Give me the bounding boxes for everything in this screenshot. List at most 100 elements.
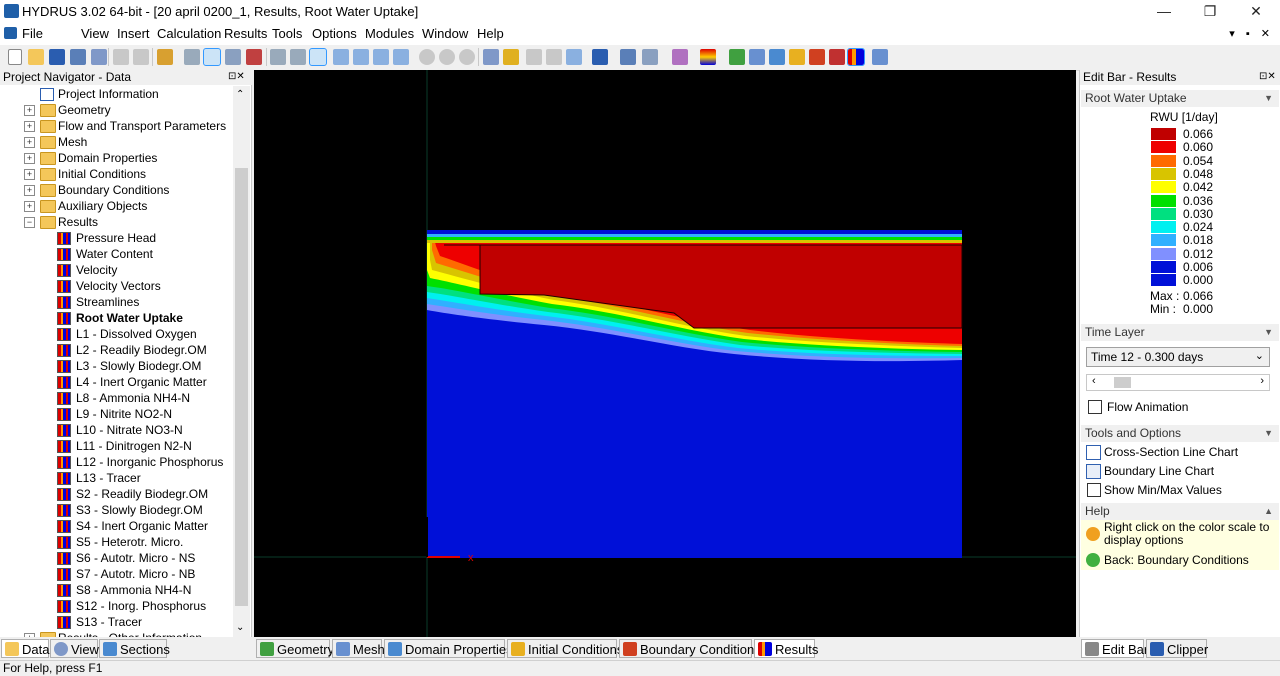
tab-sections[interactable]: Sections <box>99 639 170 658</box>
menu-tools[interactable]: Tools <box>272 26 302 41</box>
menu-help[interactable]: Help <box>477 26 504 41</box>
results-viewport[interactable]: x <box>254 70 1076 637</box>
expand-icon[interactable]: + <box>24 105 35 116</box>
redo-icon[interactable] <box>133 49 149 65</box>
menu-insert[interactable]: Insert <box>117 26 150 41</box>
slider-thumb[interactable] <box>1114 377 1131 388</box>
tab-edit-bar[interactable]: Edit Bar <box>1081 639 1148 658</box>
flow-animation-checkbox[interactable] <box>1088 400 1102 414</box>
tab-boundary-conditions[interactable]: Boundary Conditions <box>619 639 761 658</box>
expand-icon[interactable]: + <box>24 185 35 196</box>
show-min-max-checkbox[interactable] <box>1087 483 1101 497</box>
results-view-icon[interactable] <box>872 49 888 65</box>
grid-icon[interactable] <box>225 49 241 65</box>
close-button[interactable]: ✕ <box>1233 0 1279 23</box>
legend-swatch[interactable] <box>1151 221 1176 234</box>
zoom-out-icon[interactable] <box>393 49 409 65</box>
cross-section-chart-link[interactable]: Cross-Section Line Chart <box>1104 445 1238 459</box>
tab-view[interactable]: View <box>50 639 99 658</box>
zoom-in-icon[interactable] <box>373 49 389 65</box>
section-tools-options[interactable]: Tools and Options ▼ <box>1081 425 1279 442</box>
rotate-icon[interactable] <box>270 49 286 65</box>
tab-geometry[interactable]: Geometry <box>256 639 334 658</box>
legend-swatch[interactable] <box>1151 167 1176 180</box>
scroll-up-icon[interactable]: ⌃ <box>236 89 244 100</box>
menu-calculation[interactable]: Calculation <box>157 26 221 41</box>
section-time-layer[interactable]: Time Layer ▼ <box>1081 324 1279 341</box>
expand-icon[interactable]: + <box>24 633 35 637</box>
select-icon[interactable] <box>184 49 200 65</box>
print-preview-icon[interactable] <box>70 49 86 65</box>
pan-icon[interactable] <box>290 49 306 65</box>
boundary-conditions-icon[interactable] <box>809 49 825 65</box>
rotate-right-icon[interactable] <box>439 49 455 65</box>
domain-properties-icon[interactable] <box>769 49 785 65</box>
section-help[interactable]: Help ▲ <box>1081 503 1279 520</box>
snap-icon[interactable] <box>246 49 262 65</box>
view-front-icon[interactable] <box>526 49 542 65</box>
expand-icon[interactable]: + <box>24 201 35 212</box>
view-direction-icon[interactable] <box>483 49 499 65</box>
legend-swatch[interactable] <box>1151 141 1176 154</box>
geometry-icon[interactable] <box>729 49 745 65</box>
navigator-pin-close[interactable]: ⊡✕ <box>228 71 245 82</box>
expand-icon[interactable]: + <box>24 137 35 148</box>
save-icon[interactable] <box>49 49 65 65</box>
zoom-all-icon[interactable] <box>333 49 349 65</box>
results-table-icon[interactable] <box>829 49 845 65</box>
view-side-icon[interactable] <box>546 49 562 65</box>
legend-swatch[interactable] <box>1151 247 1176 260</box>
undo-icon[interactable] <box>113 49 129 65</box>
slider-right-icon[interactable]: › <box>1260 375 1264 387</box>
section-icon[interactable] <box>620 49 636 65</box>
time-layer-select[interactable]: Time 12 - 0.300 days ⌄ <box>1086 347 1270 367</box>
tab-initial-conditions[interactable]: Initial Conditions <box>507 639 623 658</box>
time-slider[interactable]: ‹ › <box>1086 374 1270 391</box>
edit-icon[interactable] <box>157 49 173 65</box>
view-top-icon[interactable] <box>566 49 582 65</box>
legend-swatch[interactable] <box>1151 194 1176 207</box>
new-file-icon[interactable] <box>8 49 22 65</box>
legend-swatch[interactable] <box>1151 154 1176 167</box>
expand-icon[interactable]: + <box>24 169 35 180</box>
legend-swatch[interactable] <box>1151 261 1176 273</box>
editbar-pin-close[interactable]: ⊡✕ <box>1259 71 1276 82</box>
tab-clipper[interactable]: Clipper <box>1146 639 1208 658</box>
menu-results[interactable]: Results <box>224 26 267 41</box>
slider-left-icon[interactable]: ‹ <box>1092 375 1096 387</box>
section-root-water-uptake[interactable]: Root Water Uptake ▼ <box>1081 90 1279 107</box>
legend-swatch[interactable] <box>1151 128 1176 140</box>
open-folder-icon[interactable] <box>28 49 44 65</box>
print-icon[interactable] <box>91 49 107 65</box>
scroll-down-icon[interactable]: ⌄ <box>236 622 244 633</box>
document-menu-icon[interactable] <box>4 27 17 39</box>
mdi-window-controls[interactable]: ▾ ▪ ✕ <box>1229 27 1274 40</box>
menu-file[interactable]: File <box>22 26 43 41</box>
menu-modules[interactable]: Modules <box>365 26 414 41</box>
layers-icon[interactable] <box>642 49 658 65</box>
results-icon[interactable] <box>847 48 865 66</box>
legend-swatch[interactable] <box>1151 234 1176 247</box>
menu-view[interactable]: View <box>81 26 109 41</box>
boundary-line-chart-link[interactable]: Boundary Line Chart <box>1104 464 1214 478</box>
menu-options[interactable]: Options <box>312 26 357 41</box>
maximize-button[interactable]: ❐ <box>1187 0 1233 23</box>
color-scale-icon[interactable] <box>700 49 716 65</box>
menu-window[interactable]: Window <box>422 26 468 41</box>
tab-data[interactable]: Data <box>1 639 49 658</box>
legend-swatch[interactable] <box>1151 181 1176 194</box>
3d-box-icon[interactable] <box>592 49 608 65</box>
legend-swatch[interactable] <box>1151 207 1176 220</box>
zoom-window-icon[interactable] <box>353 49 369 65</box>
tab-domain-properties[interactable]: Domain Properties <box>384 639 513 658</box>
tab-mesh[interactable]: Mesh <box>332 639 385 658</box>
expand-icon[interactable]: + <box>24 153 35 164</box>
tab-results[interactable]: Results <box>754 639 818 658</box>
collapse-icon[interactable]: − <box>24 217 35 228</box>
back-link[interactable]: Back: Boundary Conditions <box>1104 553 1249 567</box>
minimize-button[interactable]: — <box>1141 0 1187 23</box>
rotate-center-icon[interactable] <box>459 49 475 65</box>
legend-swatch[interactable] <box>1151 274 1176 287</box>
mesh-icon[interactable] <box>749 49 765 65</box>
rotate-left-icon[interactable] <box>419 49 435 65</box>
